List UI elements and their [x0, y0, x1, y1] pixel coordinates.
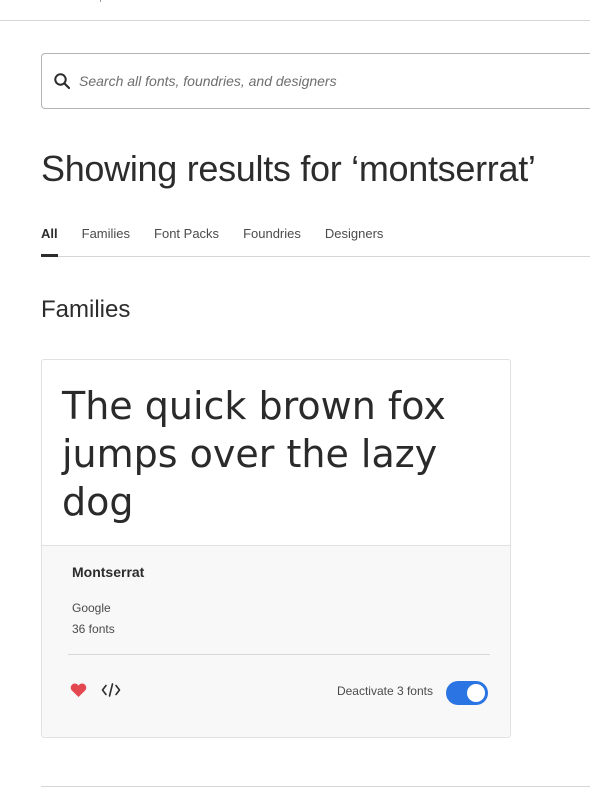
family-name-link[interactable]: Montserrat [72, 564, 144, 580]
search-box[interactable] [41, 53, 590, 109]
header-fragment [100, 0, 107, 2]
tab-foundries[interactable]: Foundries [243, 223, 301, 256]
tab-font-packs[interactable]: Font Packs [154, 223, 219, 256]
tab-all[interactable]: All [41, 223, 58, 257]
tab-families[interactable]: Families [82, 223, 130, 256]
section-divider [41, 786, 590, 787]
toggle-knob [467, 684, 485, 702]
search-results-page: Showing results for ‘montserrat’ All Fam… [0, 0, 590, 808]
heart-icon[interactable] [70, 682, 87, 698]
tab-designers[interactable]: Designers [325, 223, 384, 256]
results-tabs: All Families Font Packs Foundries Design… [41, 223, 590, 257]
search-input[interactable] [79, 73, 559, 89]
top-header-bar [0, 0, 590, 21]
search-icon [53, 72, 71, 90]
font-count: 36 fonts [72, 622, 115, 636]
page-title: Showing results for ‘montserrat’ [41, 148, 536, 189]
card-info: Montserrat Google 36 fonts Deactivate 3 … [42, 546, 510, 737]
font-family-card[interactable]: The quick brown fox jumps over the lazy … [41, 359, 511, 738]
deactivate-label: Deactivate 3 fonts [336, 684, 433, 698]
foundry-name: Google [72, 601, 111, 615]
families-heading: Families [41, 296, 131, 323]
font-sample-text[interactable]: The quick brown fox jumps over the lazy … [42, 360, 510, 546]
activate-fonts-toggle[interactable] [446, 681, 488, 705]
card-divider [68, 654, 490, 655]
code-embed-icon[interactable] [101, 682, 121, 698]
